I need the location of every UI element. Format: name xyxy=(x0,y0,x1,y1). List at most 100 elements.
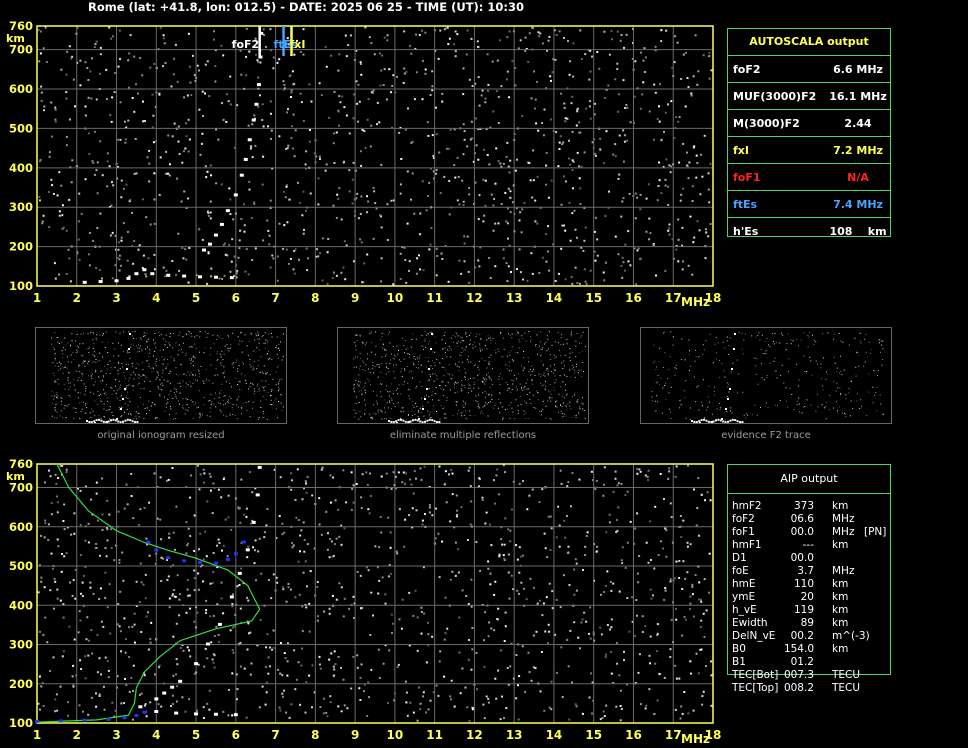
noise-dot xyxy=(119,264,122,267)
noise-dot xyxy=(224,518,227,521)
noise-dot xyxy=(365,471,368,474)
noise-dot xyxy=(648,110,651,113)
noise-dot xyxy=(244,270,247,273)
noise-dot xyxy=(581,618,584,621)
noise-dot xyxy=(524,49,527,52)
noise-dot xyxy=(435,507,437,510)
noise-dot xyxy=(413,98,416,101)
noise-dot xyxy=(692,75,695,78)
noise-dot xyxy=(96,227,99,229)
noise-dot xyxy=(556,671,558,674)
noise-dot xyxy=(638,653,641,656)
noise-dot xyxy=(376,566,379,569)
trace-point xyxy=(162,691,167,695)
noise-dot xyxy=(229,103,232,106)
noise-dot xyxy=(576,282,579,284)
noise-dot xyxy=(108,513,111,516)
x-tick-label: 8 xyxy=(311,728,319,742)
noise-dot xyxy=(92,239,94,242)
noise-dot xyxy=(286,674,289,677)
noise-dot xyxy=(380,69,383,72)
noise-dot xyxy=(248,632,250,635)
noise-dot xyxy=(603,30,606,33)
noise-dot xyxy=(212,614,215,617)
noise-dot xyxy=(670,618,673,621)
noise-dot xyxy=(574,558,577,561)
noise-dot xyxy=(399,192,402,195)
noise-dot xyxy=(676,41,679,44)
noise-dot xyxy=(349,34,352,37)
noise-dot xyxy=(509,529,512,532)
noise-dot xyxy=(286,221,289,224)
noise-dot xyxy=(658,105,660,108)
noise-dot xyxy=(678,116,681,119)
noise-dot xyxy=(497,160,500,162)
noise-dot xyxy=(532,586,535,589)
noise-dot xyxy=(51,184,54,187)
noise-dot xyxy=(698,229,701,232)
noise-dot xyxy=(667,229,670,232)
noise-dot xyxy=(617,253,620,256)
noise-dot xyxy=(210,267,213,270)
noise-dot xyxy=(628,630,631,633)
noise-dot xyxy=(411,140,414,143)
noise-dot xyxy=(524,691,527,694)
noise-dot xyxy=(558,545,561,548)
noise-dot xyxy=(656,623,659,626)
noise-dot xyxy=(515,544,517,547)
trace-point xyxy=(233,552,238,556)
noise-dot xyxy=(448,147,451,150)
noise-dot xyxy=(374,545,377,548)
noise-dot xyxy=(507,165,510,168)
noise-dot xyxy=(68,257,71,260)
noise-dot xyxy=(710,660,713,663)
noise-dot xyxy=(245,515,248,518)
noise-dot xyxy=(189,496,192,499)
noise-dot xyxy=(603,591,605,593)
noise-dot xyxy=(563,519,566,522)
noise-dot xyxy=(635,283,638,286)
noise-dot xyxy=(96,519,99,522)
noise-dot xyxy=(324,45,327,48)
thumbnail-caption-2: eliminate multiple reflections xyxy=(389,430,537,441)
noise-dot xyxy=(178,614,181,617)
noise-dot xyxy=(295,516,298,519)
noise-dot xyxy=(159,156,162,159)
noise-dot xyxy=(695,524,698,527)
noise-dot xyxy=(674,708,677,711)
autoscala-value: 7.4 MHz xyxy=(833,198,883,211)
noise-dot xyxy=(622,261,625,264)
noise-dot xyxy=(300,101,303,104)
noise-dot xyxy=(374,202,377,205)
noise-dot xyxy=(612,153,615,156)
noise-dot xyxy=(622,79,625,82)
noise-dot xyxy=(105,555,108,558)
noise-dot xyxy=(654,505,657,508)
noise-dot xyxy=(193,550,196,552)
noise-dot xyxy=(153,268,156,271)
noise-dot xyxy=(682,519,685,522)
noise-dot xyxy=(701,695,704,698)
noise-dot xyxy=(179,646,182,649)
noise-dot xyxy=(217,640,220,643)
noise-dot xyxy=(229,75,232,78)
noise-dot xyxy=(133,172,136,175)
noise-dot xyxy=(438,465,441,468)
noise-dot xyxy=(201,90,204,93)
noise-dot xyxy=(694,574,697,576)
noise-dot xyxy=(584,554,586,556)
noise-dot xyxy=(518,571,521,574)
noise-dot xyxy=(138,244,141,247)
noise-dot xyxy=(559,606,562,609)
noise-dot xyxy=(659,83,661,86)
noise-dot xyxy=(69,118,71,121)
noise-dot xyxy=(656,650,659,652)
trace-point xyxy=(138,705,143,709)
noise-dot xyxy=(303,550,306,553)
noise-dot xyxy=(539,690,542,693)
noise-dot xyxy=(550,527,553,530)
noise-dot xyxy=(603,466,606,469)
noise-dot xyxy=(54,698,57,701)
noise-dot xyxy=(65,468,68,471)
noise-dot xyxy=(624,566,627,569)
